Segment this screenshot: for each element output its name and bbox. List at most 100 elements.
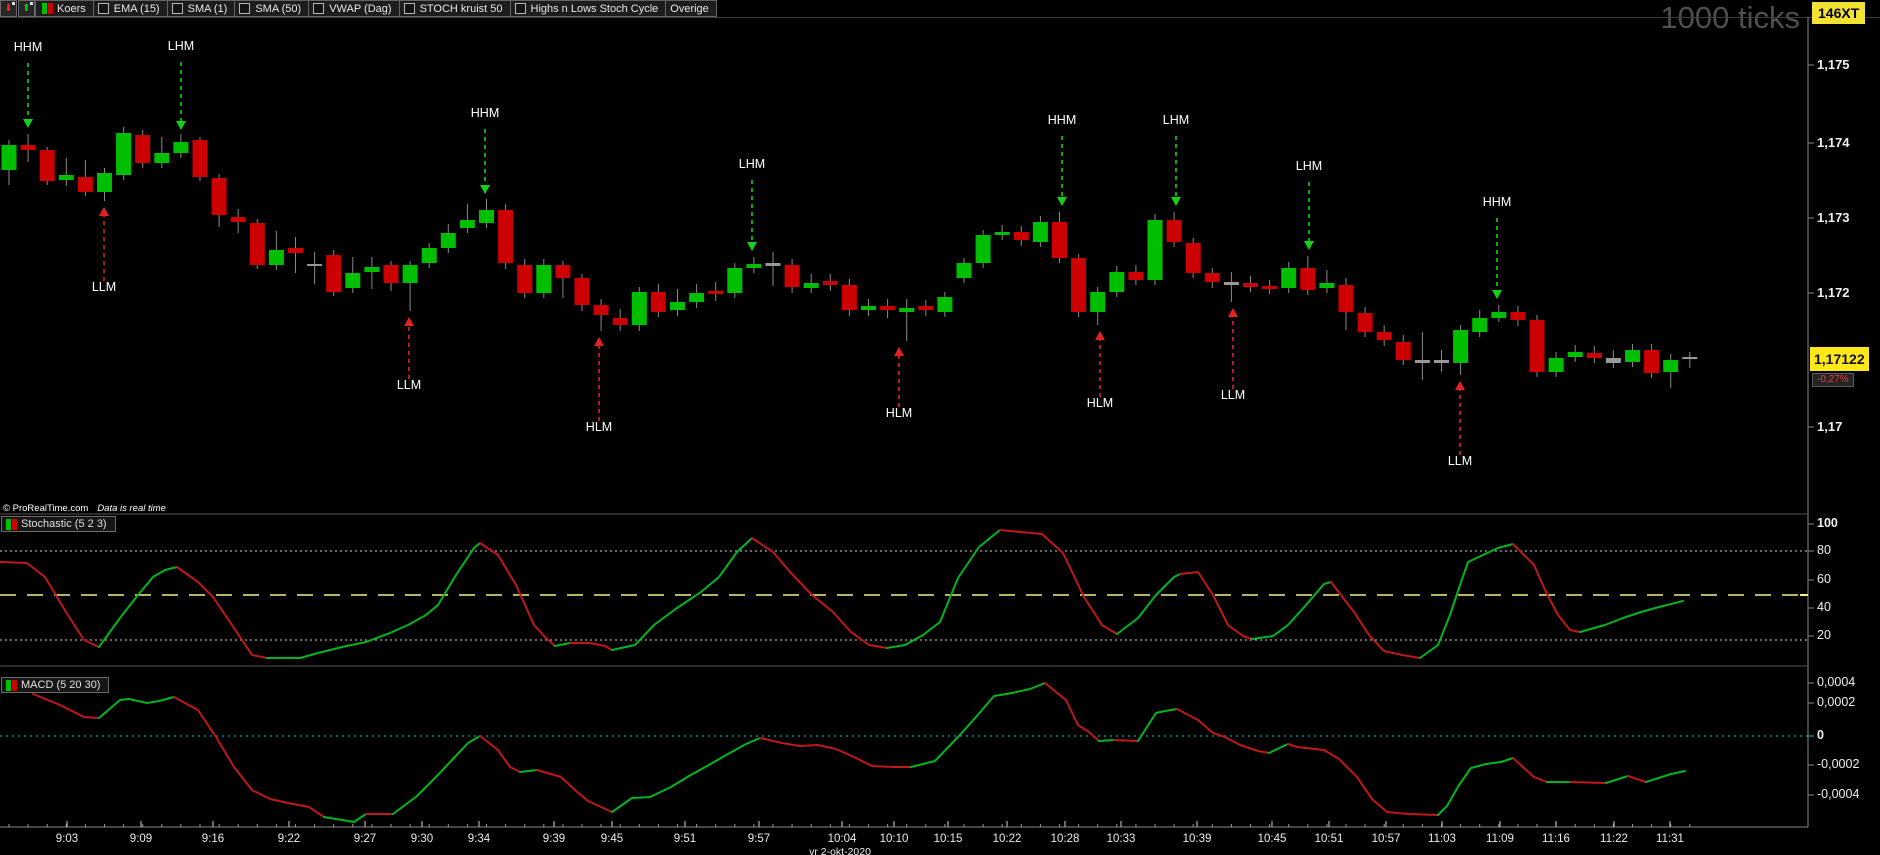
time-axis-label: 10:10 bbox=[879, 833, 909, 845]
stoch-axis-label: 40 bbox=[1817, 600, 1831, 614]
time-axis-label: 9:30 bbox=[410, 833, 434, 845]
checkbox-icon[interactable] bbox=[239, 3, 251, 14]
trading-app-window: ⬇ ⬆ Koers EMA (15) SMA (1) SMA (50) VWAP (D… bbox=[0, 0, 1880, 855]
time-axis-label: 9:22 bbox=[277, 833, 301, 845]
price-style-item[interactable]: Koers bbox=[35, 0, 94, 17]
more-button[interactable]: Overige bbox=[665, 0, 717, 17]
stoch-axis-label: 60 bbox=[1817, 572, 1831, 586]
macd-axis-label: 0,0002 bbox=[1817, 695, 1856, 709]
time-axis-label: 11:22 bbox=[1600, 833, 1628, 845]
checkbox-icon[interactable] bbox=[514, 3, 526, 14]
annotation-label-llm: LLM bbox=[1447, 454, 1473, 468]
annotation-label-hlm: HLM bbox=[585, 420, 613, 434]
time-axis-label: 9:03 bbox=[55, 833, 79, 845]
price-axis-label: 1,172 bbox=[1817, 285, 1850, 300]
realtime-note: Data is real time bbox=[97, 503, 166, 514]
price-axis-label: 1,173 bbox=[1817, 210, 1850, 225]
price-axis-label: 1,17 bbox=[1817, 419, 1843, 434]
main-price-chart[interactable] bbox=[0, 17, 1808, 503]
stochastic-label-text: Stochastic (5 2 3) bbox=[21, 518, 107, 530]
change-percent-badge: -0,27% bbox=[1812, 373, 1854, 387]
time-axis-label: 10:15 bbox=[933, 833, 963, 845]
checkbox-label: SMA (50) bbox=[255, 2, 302, 15]
time-axis-label: 10:22 bbox=[992, 833, 1022, 845]
time-axis-label: 10:45 bbox=[1257, 833, 1287, 845]
price-axis-label: 1,175 bbox=[1817, 57, 1850, 72]
toolbar-checkbox-vwap-dag[interactable]: VWAP (Dag) bbox=[308, 0, 400, 17]
stoch-axis-label: 100 bbox=[1817, 516, 1838, 530]
candlestick-icon bbox=[42, 3, 53, 14]
annotation-label-llm: LLM bbox=[396, 378, 422, 392]
annotation-label-hhm: HHM bbox=[470, 106, 500, 120]
time-axis-label: 10:51 bbox=[1314, 833, 1344, 845]
time-axis-label: 9:45 bbox=[600, 833, 624, 845]
order-sell-icon[interactable]: ⬇ bbox=[0, 0, 17, 17]
copyright-line: © ProRealTime.com Data is real time bbox=[3, 503, 166, 514]
annotation-label-hhm: HHM bbox=[1047, 113, 1077, 127]
toolbar-checkbox-ema-15[interactable]: EMA (15) bbox=[92, 0, 168, 17]
annotation-label-hlm: HLM bbox=[885, 406, 913, 420]
checkbox-icon[interactable] bbox=[171, 3, 183, 14]
time-axis-label: 11:03 bbox=[1428, 833, 1456, 845]
time-axis-label: 10:33 bbox=[1106, 833, 1136, 845]
toolbar: ⬇ ⬆ Koers EMA (15) SMA (1) SMA (50) VWAP (D… bbox=[0, 0, 717, 17]
annotation-label-hhm: HHM bbox=[1482, 195, 1512, 209]
checkbox-icon[interactable] bbox=[403, 3, 415, 14]
time-axis-label: 11:09 bbox=[1486, 833, 1514, 845]
macd-axis-label: -0,0004 bbox=[1817, 787, 1860, 801]
indicator-checkboxes: EMA (15) SMA (1) SMA (50) VWAP (Dag) STOCH k… bbox=[92, 0, 667, 17]
checkbox-icon[interactable] bbox=[97, 3, 109, 14]
price-axis-label: 1,174 bbox=[1817, 135, 1850, 150]
time-axis-label: 9:39 bbox=[542, 833, 566, 845]
time-axis-label: 10:57 bbox=[1371, 833, 1401, 845]
indicator-icon bbox=[6, 518, 17, 530]
annotation-label-hhm: HHM bbox=[13, 40, 43, 54]
annotation-label-lhm: LHM bbox=[167, 39, 195, 53]
checkbox-label: STOCH kruist 50 bbox=[419, 2, 503, 15]
time-axis-label: 11:31 bbox=[1656, 833, 1684, 845]
macd-axis-label: 0,0004 bbox=[1817, 675, 1856, 689]
macd-label[interactable]: MACD (5 20 30) bbox=[1, 677, 110, 693]
toolbar-checkbox-sma-50[interactable]: SMA (50) bbox=[234, 0, 310, 17]
more-button-label: Overige bbox=[670, 2, 709, 15]
checkbox-label: VWAP (Dag) bbox=[329, 2, 392, 15]
last-price-badge: 1,17122 bbox=[1810, 347, 1869, 371]
time-axis-label: 9:34 bbox=[467, 833, 491, 845]
checkbox-icon[interactable] bbox=[313, 3, 325, 14]
time-axis-label: 11:16 bbox=[1542, 833, 1570, 845]
annotation-label-llm: LLM bbox=[91, 280, 117, 294]
corner-mark bbox=[30, 2, 33, 5]
toolbar-checkbox-sma-1[interactable]: SMA (1) bbox=[166, 0, 236, 17]
annotation-label-lhm: LHM bbox=[738, 157, 766, 171]
annotation-label-lhm: LHM bbox=[1295, 159, 1323, 173]
checkbox-label: EMA (15) bbox=[113, 2, 160, 15]
time-axis-label: 10:04 bbox=[827, 833, 857, 845]
time-axis-label: 9:27 bbox=[353, 833, 377, 845]
annotation-label-hlm: HLM bbox=[1086, 396, 1114, 410]
checkbox-label: SMA (1) bbox=[187, 2, 228, 15]
order-buy-icon[interactable]: ⬆ bbox=[18, 0, 35, 17]
time-axis-label: 9:51 bbox=[673, 833, 697, 845]
price-style-label: Koers bbox=[57, 2, 86, 15]
stochastic-label[interactable]: Stochastic (5 2 3) bbox=[1, 516, 116, 532]
macd-axis-label: 0 bbox=[1817, 728, 1824, 742]
timeframe-watermark: 1000 ticks bbox=[1660, 0, 1800, 35]
corner-mark bbox=[12, 2, 15, 5]
macd-axis-label: -0,0002 bbox=[1817, 757, 1860, 771]
time-axis-label: 10:39 bbox=[1182, 833, 1212, 845]
time-axis-label: 10:28 bbox=[1050, 833, 1080, 845]
stochastic-panel[interactable] bbox=[0, 514, 1808, 666]
toolbar-checkbox-highs-n-lows-stoch-cycle[interactable]: Highs n Lows Stoch Cycle bbox=[509, 0, 667, 17]
stoch-axis-label: 20 bbox=[1817, 628, 1831, 642]
annotation-label-llm: LLM bbox=[1220, 388, 1246, 402]
time-axis-label: 9:57 bbox=[747, 833, 771, 845]
annotation-label-lhm: LHM bbox=[1162, 113, 1190, 127]
date-label: vr 2-okt-2020 bbox=[809, 846, 871, 855]
macd-panel[interactable] bbox=[0, 666, 1808, 827]
toolbar-checkbox-stoch-kruist-50[interactable]: STOCH kruist 50 bbox=[398, 0, 511, 17]
macd-label-text: MACD (5 20 30) bbox=[21, 679, 101, 691]
symbol-badge: 146XT bbox=[1812, 2, 1866, 24]
time-axis-label: 9:09 bbox=[129, 833, 153, 845]
time-axis-label: 9:16 bbox=[201, 833, 225, 845]
stoch-axis-label: 80 bbox=[1817, 543, 1831, 557]
